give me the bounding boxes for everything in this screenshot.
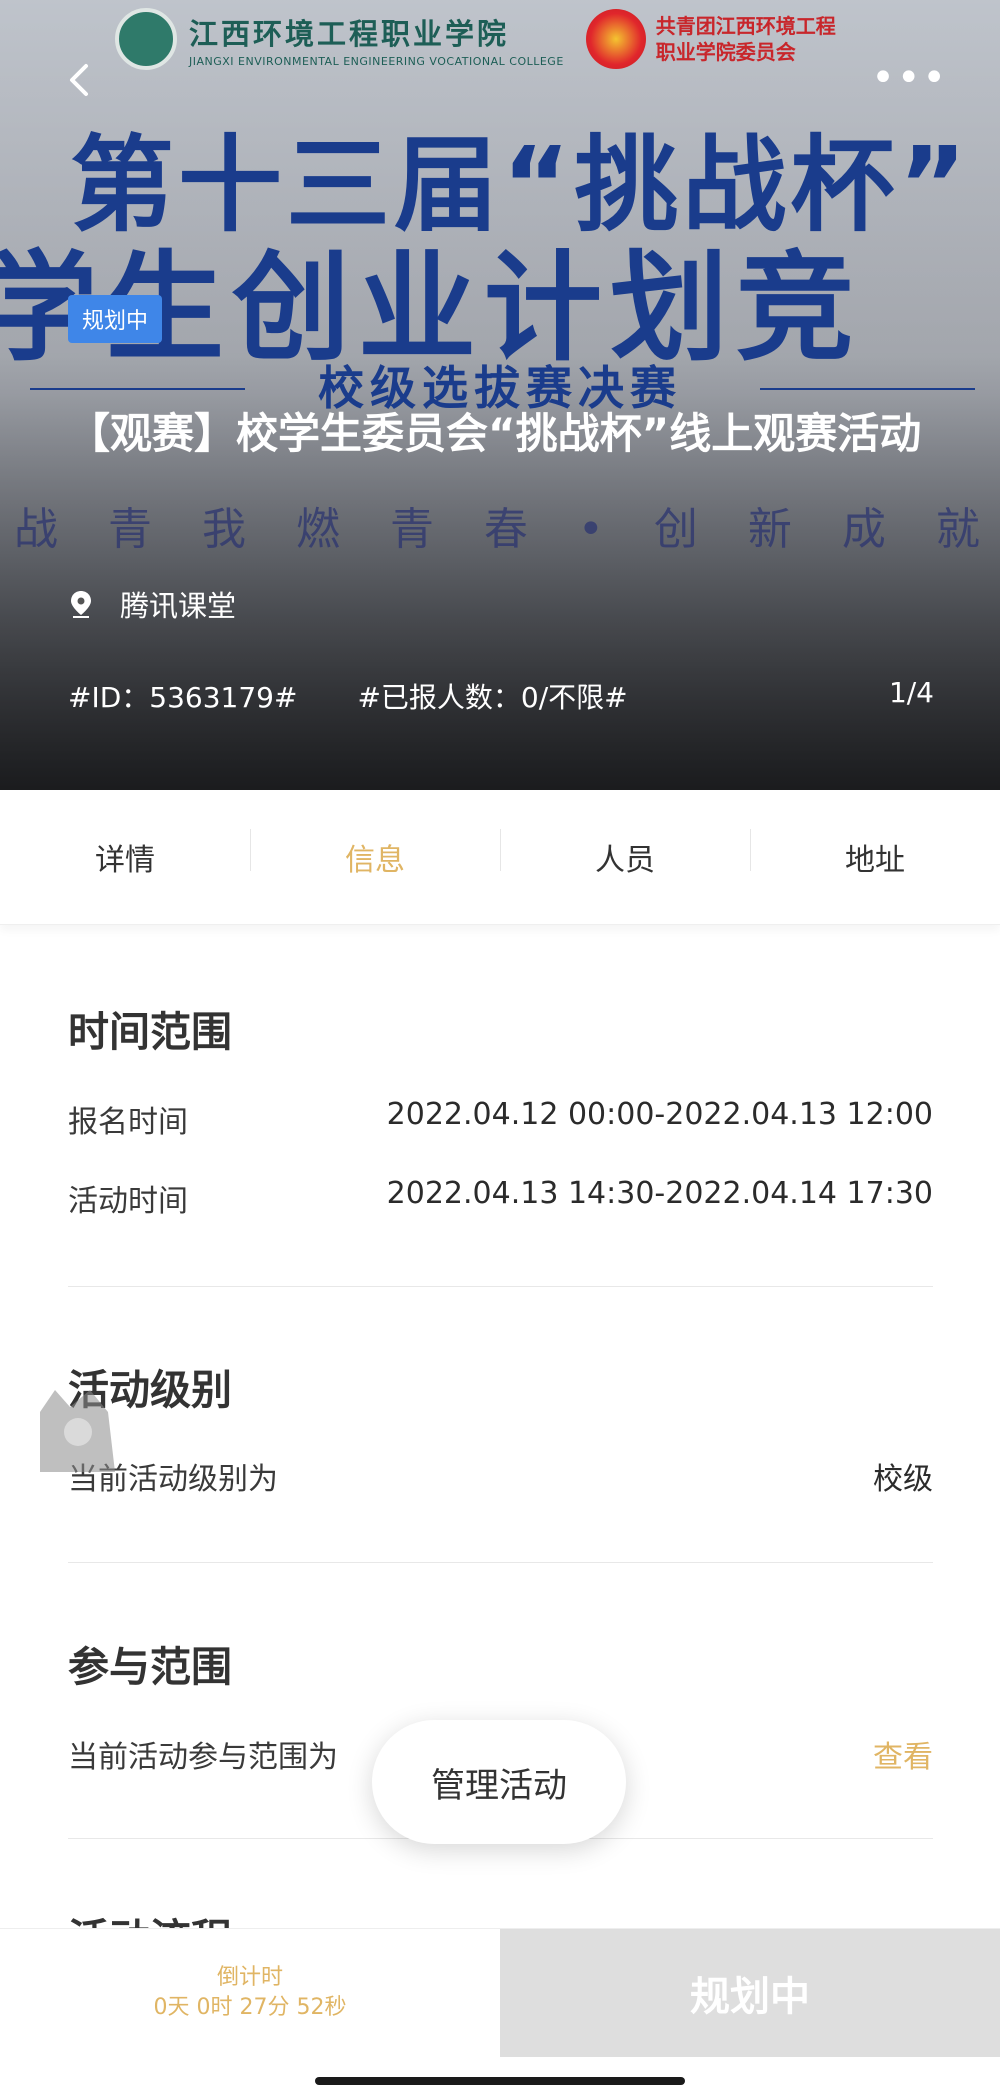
poster-logo-row: 江西环境工程职业学院 JIANGXI ENVIRONMENTAL ENGINEE… [115,8,836,70]
countdown: 倒计时 0天 0时 27分 52秒 [0,1929,500,2057]
status-badge: 规划中 [68,295,163,343]
tab-bar: 详情 信息 人员 地址 [0,790,1000,925]
time-range-section: 时间范围 [68,998,933,1058]
banner-page-indicator: 1/4 [888,676,934,709]
level-value: 校级 [873,1462,933,1497]
event-banner[interactable]: 江西环境工程职业学院 JIANGXI ENVIRONMENTAL ENGINEE… [0,0,1000,790]
activity-time-row: 活动时间 2022.04.13 14:30-2022.04.14 17:30 [68,1176,933,1220]
planning-status-button[interactable]: 规划中 [500,1929,1000,2057]
countdown-label: 倒计时 [216,1965,283,1990]
event-location: 腾讯课堂 [68,583,236,625]
location-pin-icon [71,591,91,618]
divider [68,1286,933,1287]
scope-section: 参与范围 [68,1633,933,1693]
league-name: 共青团江西环境工程 职业学院委员会 [656,13,836,65]
tab-details[interactable]: 详情 [0,835,250,879]
section-title-level: 活动级别 [68,1366,232,1414]
youth-league-emblem-icon [585,9,646,69]
section-title-process: 活动流程 [68,1905,933,1928]
divider [68,1562,933,1563]
college-logo-icon [115,8,177,70]
registered-count: #已报人数：0/不限# [357,681,628,714]
view-scope-link[interactable]: 查看 [873,1732,933,1776]
college-name: 江西环境工程职业学院 JIANGXI ENVIRONMENTAL ENGINEE… [189,11,564,68]
activity-time-value: 2022.04.13 14:30-2022.04.14 17:30 [386,1176,933,1211]
tab-members[interactable]: 人员 [500,829,750,879]
bottom-action-bar: 倒计时 0天 0时 27分 52秒 规划中 [0,1928,1000,2096]
home-indicator[interactable] [315,2077,685,2085]
scope-label: 当前活动参与范围为 [68,1740,338,1775]
section-title-time-range: 时间范围 [68,1008,232,1056]
event-id: #ID：5363179# [68,681,298,714]
level-row: 当前活动级别为 校级 [68,1454,933,1498]
location-text: 腾讯课堂 [120,589,237,623]
league-name-line2: 职业学院委员会 [655,40,796,64]
countdown-value: 0天 0时 27分 52秒 [153,1995,347,2020]
signup-time-label: 报名时间 [68,1105,188,1140]
event-title: 【观赛】校学生委员会“挑战杯”线上观赛活动 [68,409,922,458]
more-options-icon[interactable]: ••• [871,58,948,98]
level-section: 活动级别 [68,1356,933,1416]
section-title-scope: 参与范围 [68,1643,232,1691]
event-meta: #ID：5363179# #已报人数：0/不限# 1/4 [68,676,934,716]
activity-time-label: 活动时间 [68,1184,188,1219]
back-arrow-icon[interactable] [60,60,100,100]
floating-avatar-icon[interactable] [20,1372,130,1482]
poster-slogan: 战 青 我 燃 青 春 • 创 新 成 就 中 国 [14,504,1000,555]
tab-info[interactable]: 信息 [250,829,500,879]
process-section: 活动流程 [68,1905,933,1928]
college-name-en: JIANGXI ENVIRONMENTAL ENGINEERING VOCATI… [189,54,564,68]
league-name-line1: 共青团江西环境工程 [655,14,836,38]
tab-address[interactable]: 地址 [750,829,1000,879]
signup-time-value: 2022.04.12 00:00-2022.04.13 12:00 [386,1097,933,1132]
signup-time-row: 报名时间 2022.04.12 00:00-2022.04.13 12:00 [68,1097,933,1141]
college-name-cn: 江西环境工程职业学院 [189,16,510,51]
manage-activity-button[interactable]: 管理活动 [372,1720,626,1844]
